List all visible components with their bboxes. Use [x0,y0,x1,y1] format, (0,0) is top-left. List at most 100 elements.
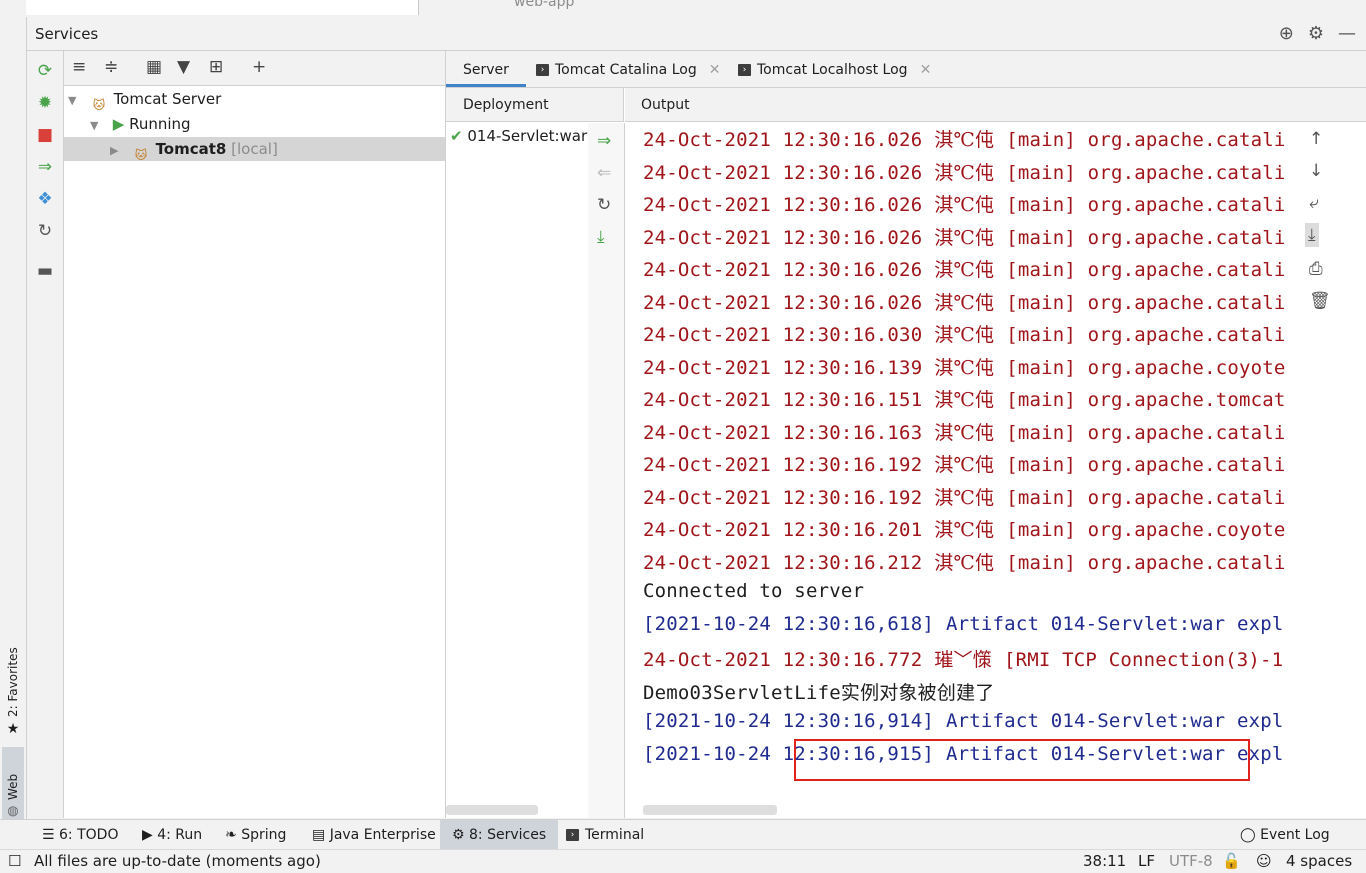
event-log-button[interactable]: ◯ Event Log [1240,820,1330,850]
line-separator[interactable]: LF [1138,850,1155,872]
tab-spring[interactable]: ❧ Spring [225,820,286,850]
tab-run[interactable]: ▶ 4: Run [142,820,202,850]
globe-icon: ◍ [5,804,21,819]
caret-position[interactable]: 38:11 [1083,850,1126,872]
artifact-icon[interactable]: ❖ [35,189,55,209]
tab-terminal[interactable]: › Terminal [566,820,644,850]
console-line: 24-Oct-2021 12:30:16.026 淇℃伅 [main] org.ap… [643,255,1286,282]
console-line-message: [main] org.apache.catali [1006,259,1286,281]
tab-label: 4: Run [157,827,203,843]
soft-wrap-icon[interactable]: ⤶ [1309,193,1319,213]
web-tool-tab[interactable]: ◍ Web [2,747,24,819]
trash-icon[interactable]: 🗑 [1309,291,1331,311]
indent-setting[interactable]: 4 spaces [1286,850,1352,872]
favorites-label: 2: Favorites [6,647,20,717]
console-line: 24-Oct-2021 12:30:16.026 淇℃伅 [main] org.ap… [643,158,1286,185]
server-suffix: [local] [231,140,278,158]
filter-icon[interactable]: ▼ [177,57,190,77]
status-toggle-icon[interactable]: ☐ [8,850,21,872]
inspector-icon[interactable]: ☺ [1256,850,1272,872]
tree-node-tomcat8[interactable]: ▶ 🐱 Tomcat8 [local] [64,137,445,162]
horizontal-scrollbar[interactable] [446,805,538,815]
deployment-header: Deployment [446,88,624,122]
lock-icon[interactable]: 🔓 [1222,850,1241,872]
target-icon[interactable]: ⊕ [1279,23,1294,44]
tab-localhost-log[interactable]: › Tomcat Localhost Log ✕ [738,51,931,87]
console-line-prefix: 24-Oct-2021 12:30:16.201 [643,519,923,541]
file-encoding[interactable]: UTF-8 [1169,850,1213,872]
console-output[interactable]: 24-Oct-2021 12:30:16.026 淇℃伅 [main] org.ap… [626,123,1298,818]
gear-icon[interactable]: ⚙ [1308,23,1324,44]
console-line-message: [main] org.apache.catali [1006,129,1286,151]
tab-server[interactable]: Server [446,51,526,87]
project-tab[interactable]: web-app [514,0,574,10]
console-line-message: [main] org.apache.catali [1006,226,1286,249]
close-icon[interactable]: ✕ [709,62,721,78]
deploy-all-icon[interactable]: ⇒ [597,131,611,151]
console-line: [2021-10-24 12:30:16,915] Artifact 014-Se… [643,743,1284,765]
tab-todo[interactable]: ☰ 6: TODO [42,820,118,850]
tree-node-label: Tomcat Server [113,90,222,108]
print-icon[interactable]: ⎙ [1309,259,1323,279]
favorites-tool-tab[interactable]: ★ 2: Favorites [2,637,24,737]
stop-icon[interactable]: ■ [35,125,55,145]
console-line: 24-Oct-2021 12:30:16.212 淇℃伅 [main] org.ap… [643,548,1286,575]
minimize-icon[interactable]: — [1338,23,1356,44]
console-line: 24-Oct-2021 12:30:16.192 淇℃伅 [main] org.ap… [643,450,1286,477]
spring-icon: ❧ [225,827,242,843]
console-line-message: [main] org.apache.tomcat [1006,389,1286,411]
tab-label: Tomcat Catalina Log [555,62,697,78]
tomcat-icon: 🐱 [92,97,106,112]
tree-node-tomcat-server[interactable]: ▼ 🐱 Tomcat Server [64,87,445,112]
new-tab-icon[interactable]: ⊞ [209,57,223,77]
editor-tab-placeholder[interactable] [26,0,419,15]
terminal-icon: › [536,64,549,76]
status-message: All files are up-to-date (moments ago) [34,852,321,870]
console-line: 24-Oct-2021 12:30:16.151 淇℃伅 [main] org.ap… [643,385,1286,412]
tab-catalina-log[interactable]: › Tomcat Catalina Log ✕ [536,51,720,87]
collapse-all-icon[interactable]: ≑ [104,57,118,77]
redeploy-icon[interactable]: ↻ [597,195,611,215]
console-line-message: Artifact 014-Servlet:war expl [945,710,1284,732]
server-name: Tomcat8 [155,140,227,158]
rerun-icon[interactable]: ⟳ [35,61,55,81]
add-icon[interactable]: + [252,57,266,77]
console-line: 24-Oct-2021 12:30:16.201 淇℃伅 [main] org.ap… [643,515,1286,542]
console-line-prefix: 24-Oct-2021 12:30:16.026 [643,129,923,151]
console-line: 24-Oct-2021 12:30:16.163 淇℃伅 [main] org.ap… [643,418,1286,445]
update-icon[interactable]: ⤓ [597,227,605,247]
star-icon: ★ [5,721,21,737]
output-header: Output [625,88,1366,122]
refresh-icon[interactable]: ↻ [35,221,55,241]
horizontal-scrollbar[interactable] [643,805,777,815]
console-line: Demo03ServletLife实例对象被创建了 [643,678,994,705]
console-line-level: 淇℃伅 [934,551,995,574]
arrow-up-icon[interactable]: ↑ [1309,129,1323,149]
tab-java-enterprise[interactable]: ▤ Java Enterprise [312,820,436,850]
console-line-message: [main] org.apache.catali [1006,454,1286,476]
deployment-item[interactable]: ✔ 014-Servlet:war [450,127,590,145]
scroll-to-end-icon[interactable]: ⤓ [1305,223,1319,247]
deploy-icon[interactable]: ⇒ [35,157,55,177]
expanded-arrow-icon: ▼ [68,94,77,107]
group-icon[interactable]: ▦ [146,57,162,77]
editor-tab-strip: web-app [0,0,1366,17]
left-tool-rail: ★ 2: Favorites ◍ Web [0,17,27,819]
enterprise-icon: ▤ [312,827,330,843]
arrow-down-icon[interactable]: ↓ [1309,161,1323,181]
tab-label: Tomcat Localhost Log [757,62,908,78]
console-line-prefix: 24-Oct-2021 12:30:16.192 [643,486,923,509]
debug-icon[interactable]: ✹ [35,93,55,113]
tree-node-running[interactable]: ▼ ▶ Running [64,112,445,136]
terminal-icon: › [738,64,751,76]
close-icon[interactable]: ✕ [920,62,932,78]
layout-icon[interactable]: ▬ [35,261,55,281]
expand-all-icon[interactable]: ≡ [72,57,86,77]
console-line-prefix: 24-Oct-2021 12:30:16.772 [643,649,923,671]
deployment-list: ✔ 014-Servlet:war ⇒ ⇐ ↻ ⤓ [446,123,625,818]
console-line-message: [main] org.apache.catali [1006,291,1286,314]
console-line-level: 淇℃伅 [934,324,995,346]
tab-services[interactable]: ⚙ 8: Services [440,820,559,850]
console-line: [2021-10-24 12:30:16,618] Artifact 014-Se… [643,613,1284,635]
undeploy-icon[interactable]: ⇐ [597,163,611,183]
